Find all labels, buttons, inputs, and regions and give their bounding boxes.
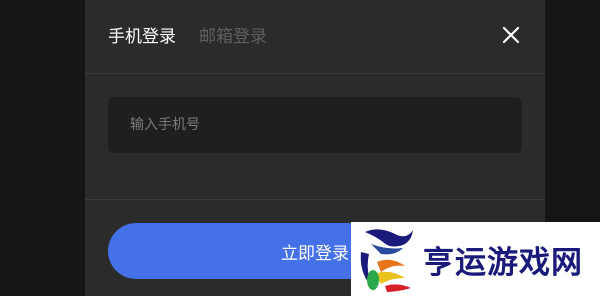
watermark-text: 亨运游戏网 — [423, 244, 583, 281]
tab-email-login[interactable]: 邮箱登录 — [199, 24, 267, 50]
dragon-logo — [360, 229, 413, 292]
close-icon — [502, 26, 520, 44]
page: 手机登录 邮箱登录 立即登录 亨运游戏网 — [0, 0, 600, 296]
phone-number-input[interactable] — [108, 97, 522, 153]
form-divider — [85, 199, 545, 200]
site-watermark: 亨运游戏网 — [351, 222, 600, 296]
header-divider — [85, 73, 545, 74]
login-tabs: 手机登录 邮箱登录 — [108, 24, 267, 50]
close-button[interactable] — [500, 24, 522, 46]
tab-phone-login[interactable]: 手机登录 — [108, 24, 176, 50]
